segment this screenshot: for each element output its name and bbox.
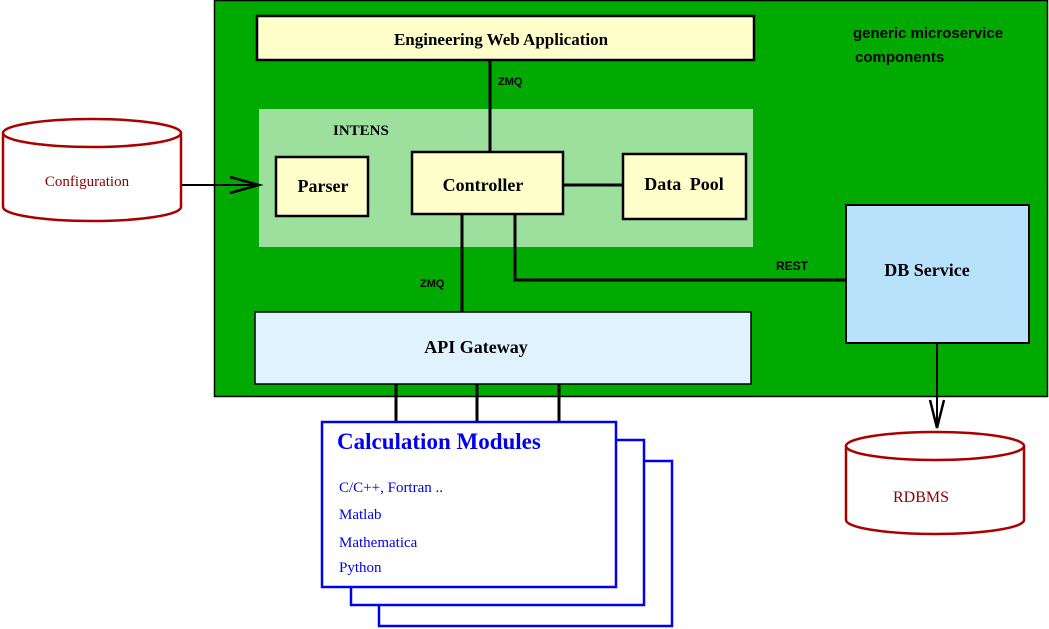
api-gateway-box[interactable]: API Gateway bbox=[254, 311, 752, 385]
db-service-box[interactable]: DB Service bbox=[845, 204, 1030, 344]
db-service-label: DB Service bbox=[884, 260, 969, 280]
calc-module-item: Python bbox=[339, 560, 382, 576]
configuration-database[interactable]: Configuration bbox=[1, 117, 183, 223]
configuration-label: Configuration bbox=[45, 174, 130, 190]
architecture-diagram: generic microservice components INTENS Z… bbox=[1, 0, 1049, 628]
calculation-modules-box[interactable]: Calculation Modules C/C++, Fortran .. Ma… bbox=[320, 420, 618, 589]
controller-box[interactable]: Controller bbox=[410, 150, 565, 216]
zmq-label-bottom: ZMQ bbox=[420, 278, 445, 290]
rdbms-label: RDBMS bbox=[893, 489, 949, 506]
data-pool-box[interactable]: Data Pool bbox=[621, 152, 748, 221]
calc-module-item: Mathematica bbox=[339, 535, 418, 551]
calc-modules-title: Calculation Modules bbox=[337, 429, 541, 454]
controller-label: Controller bbox=[443, 175, 524, 195]
web-app-box[interactable]: Engineering Web Application bbox=[255, 14, 756, 62]
web-app-label: Engineering Web Application bbox=[394, 30, 609, 49]
parser-box[interactable]: Parser bbox=[274, 155, 370, 218]
calc-module-item: Matlab bbox=[339, 507, 382, 523]
data-pool-label: Data Pool bbox=[644, 174, 724, 194]
zmq-label-top: ZMQ bbox=[498, 76, 523, 88]
parser-label: Parser bbox=[298, 176, 349, 196]
calc-module-item: C/C++, Fortran .. bbox=[339, 480, 443, 496]
api-gateway-label: API Gateway bbox=[424, 337, 527, 357]
rest-label: REST bbox=[776, 259, 809, 273]
database-top bbox=[1, 117, 183, 149]
database-top bbox=[844, 430, 1026, 462]
container-label-line1: generic microservice bbox=[853, 25, 1003, 42]
rdbms-database[interactable]: RDBMS bbox=[844, 430, 1026, 536]
intens-label: INTENS bbox=[333, 123, 389, 139]
container-label-line2: components bbox=[855, 49, 944, 66]
